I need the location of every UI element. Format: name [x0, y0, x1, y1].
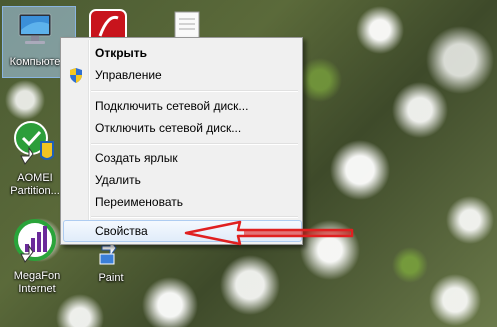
menu-item-label: Свойства: [95, 224, 148, 238]
desktop-icon-app[interactable]: [88, 8, 128, 45]
document-icon: [174, 11, 200, 43]
desktop-icon-label: Компьюте: [9, 56, 61, 68]
menu-item-label: Создать ярлык: [95, 151, 178, 165]
desktop-icon-aomei[interactable]: AOMEI Partition...: [2, 120, 68, 198]
menu-item-label: Отключить сетевой диск...: [95, 121, 242, 135]
menu-item-label: Переименовать: [95, 195, 183, 209]
menu-item-open[interactable]: Открыть: [63, 42, 300, 64]
menu-item-create-shortcut[interactable]: Создать ярлык: [63, 147, 300, 169]
context-menu: Открыть Управление Подключить сетевой ди…: [60, 37, 303, 245]
desktop-icon-paint[interactable]: Paint: [78, 238, 144, 285]
menu-item-rename[interactable]: Переименовать: [63, 191, 300, 213]
menu-item-label: Подключить сетевой диск...: [95, 99, 249, 113]
menu-item-disconnect-network-drive[interactable]: Отключить сетевой диск...: [63, 117, 300, 139]
desktop-icon-computer[interactable]: Компьюте: [2, 6, 76, 78]
menu-item-delete[interactable]: Удалить: [63, 169, 300, 191]
app-icon: [89, 9, 127, 45]
desktop-icon-document[interactable]: [172, 10, 202, 43]
menu-separator: [91, 90, 298, 92]
aomei-icon: [14, 121, 54, 165]
desktop-icon-label: AOMEI Partition...: [10, 172, 60, 197]
uac-shield-icon: [70, 68, 82, 83]
computer-icon: [18, 13, 52, 44]
menu-item-manage[interactable]: Управление: [63, 64, 300, 86]
menu-item-label: Удалить: [95, 173, 141, 187]
desktop-icon-label: Paint: [98, 272, 124, 284]
desktop-icon-label: MegaFon Internet: [13, 270, 61, 295]
menu-item-label: Открыть: [95, 46, 148, 60]
annotation-arrow-icon: [184, 220, 354, 246]
menu-item-label: Управление: [95, 68, 162, 82]
menu-separator: [91, 143, 298, 145]
menu-item-map-network-drive[interactable]: Подключить сетевой диск...: [63, 95, 300, 117]
megafon-icon: [14, 219, 56, 263]
